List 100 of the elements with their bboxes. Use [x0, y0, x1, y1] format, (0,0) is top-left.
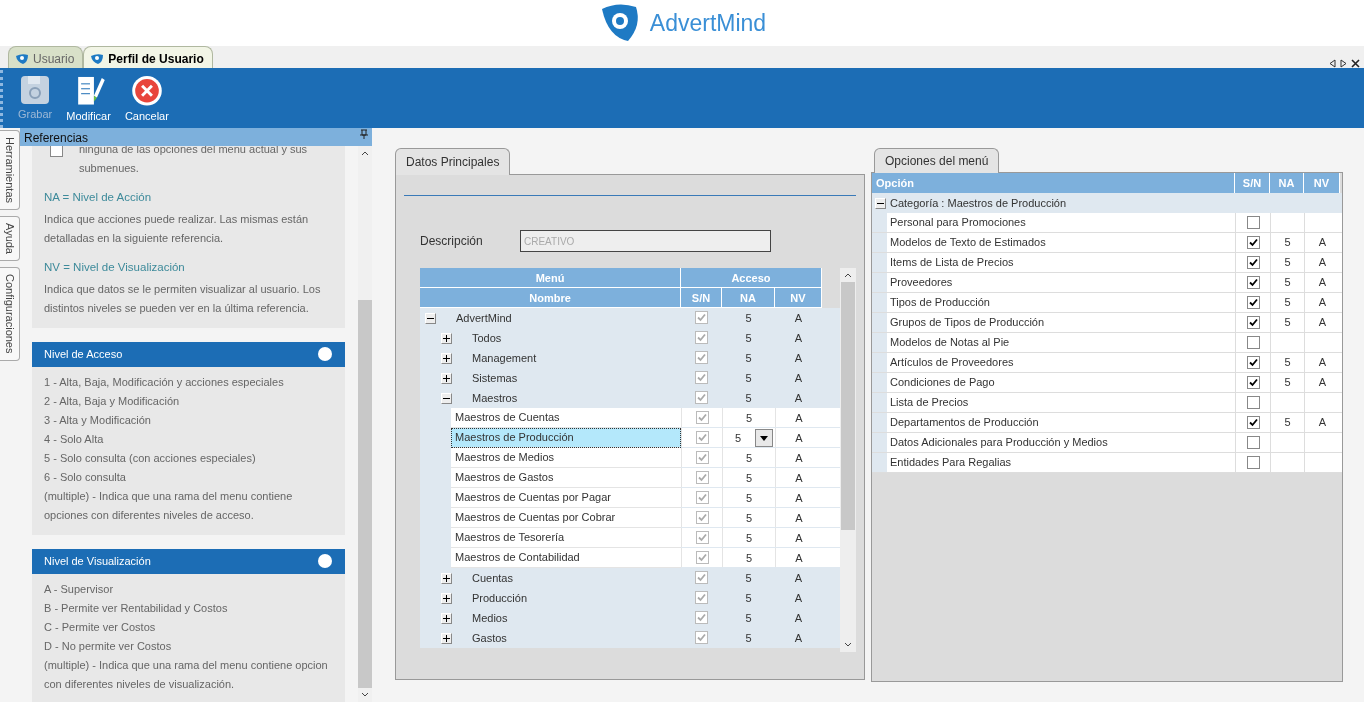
circle-icon[interactable]: [317, 553, 333, 569]
expander-icon[interactable]: [441, 392, 452, 404]
tree-row[interactable]: AdvertMind 5 A: [420, 308, 840, 328]
table-row[interactable]: Items de Lista de Precios 5 A: [872, 253, 1342, 273]
checkbox[interactable]: [695, 311, 708, 324]
checkbox[interactable]: [1246, 276, 1260, 289]
checkbox[interactable]: [695, 431, 709, 444]
checkbox[interactable]: [1246, 436, 1260, 449]
tree-row[interactable]: Maestros de Cuentas por Pagar 5 A: [420, 488, 840, 508]
checkbox[interactable]: [1246, 336, 1260, 349]
option-label[interactable]: Tipos de Producción: [890, 296, 990, 308]
option-label[interactable]: Departamentos de Producción: [890, 416, 1039, 428]
tree-item[interactable]: Maestros: [472, 389, 518, 407]
tree-row[interactable]: Maestros de Medios 5 A: [420, 448, 840, 468]
tree-row[interactable]: Maestros de Cuentas 5 A: [420, 408, 840, 428]
checkbox[interactable]: [695, 351, 708, 364]
tree-row[interactable]: Todos 5 A: [420, 328, 840, 348]
panel-tab[interactable]: Opciones del menú: [874, 148, 1000, 173]
option-label[interactable]: Grupos de Tipos de Producción: [890, 316, 1045, 328]
checkbox[interactable]: [1246, 236, 1260, 249]
option-label[interactable]: Datos Adicionales para Producción y Medios: [890, 436, 1108, 448]
scrollbar-thumb[interactable]: [841, 282, 855, 530]
checkbox[interactable]: [695, 331, 708, 344]
tree-item[interactable]: Management: [472, 349, 537, 367]
option-label[interactable]: Artículos de Proveedores: [890, 356, 1014, 368]
tree-item[interactable]: Gastos: [472, 629, 507, 647]
document-tab[interactable]: Usuario: [8, 46, 84, 68]
table-row[interactable]: Modelos de Notas al Pie: [872, 333, 1342, 353]
table-row[interactable]: Tipos de Producción 5 A: [872, 293, 1342, 313]
checkbox[interactable]: [1246, 316, 1260, 329]
checkbox[interactable]: [1246, 256, 1260, 269]
checkbox[interactable]: [1246, 356, 1260, 369]
checkbox[interactable]: [1246, 396, 1260, 409]
option-label[interactable]: Modelos de Notas al Pie: [890, 336, 1010, 348]
tree-row[interactable]: Maestros de Gastos 5 A: [420, 468, 840, 488]
expander-icon[interactable]: [441, 372, 452, 384]
checkbox[interactable]: [695, 471, 709, 484]
expander-icon[interactable]: [425, 312, 436, 324]
tree-item[interactable]: Maestros de Producción: [451, 428, 681, 448]
tree-row[interactable]: Gastos 5 A: [420, 628, 840, 648]
expander-icon[interactable]: [875, 197, 886, 209]
tree-row[interactable]: Maestros de Cuentas por Cobrar 5 A: [420, 508, 840, 528]
expander-icon[interactable]: [441, 572, 452, 584]
card-header[interactable]: Nivel de Visualización: [32, 549, 345, 574]
previous-icon[interactable]: [1329, 59, 1336, 68]
tree-row[interactable]: Maestros de Producción 5 A: [420, 428, 840, 448]
checkbox[interactable]: [1246, 296, 1260, 309]
tree-item[interactable]: Sistemas: [472, 369, 518, 387]
table-row[interactable]: Condiciones de Pago 5 A: [872, 373, 1342, 393]
tree-row[interactable]: Maestros de Tesorería 5 A: [420, 528, 840, 548]
option-label[interactable]: Personal para Promociones: [890, 216, 1026, 228]
checkbox[interactable]: [1246, 216, 1260, 229]
expander-icon[interactable]: [441, 592, 452, 604]
pin-icon[interactable]: [360, 129, 368, 139]
checkbox[interactable]: [695, 391, 708, 404]
checkbox[interactable]: [695, 411, 709, 424]
tree-row[interactable]: Management 5 A: [420, 348, 840, 368]
tree-item[interactable]: Cuentas: [472, 569, 513, 587]
expander-icon[interactable]: [441, 352, 452, 364]
table-row[interactable]: Entidades Para Regalias: [872, 453, 1342, 473]
circle-icon[interactable]: [317, 346, 333, 362]
option-label[interactable]: Lista de Precios: [890, 396, 969, 408]
table-row[interactable]: Datos Adicionales para Producción y Medios: [872, 433, 1342, 453]
expander-icon[interactable]: [441, 632, 452, 644]
tree-row[interactable]: Sistemas 5 A: [420, 368, 840, 388]
checkbox[interactable]: [695, 371, 708, 384]
checkbox[interactable]: [695, 491, 709, 504]
toolbar-button[interactable]: Modificar: [63, 74, 114, 124]
dropdown-button[interactable]: [755, 429, 773, 447]
checkbox[interactable]: [1246, 376, 1260, 389]
checkbox[interactable]: [695, 591, 708, 604]
table-row[interactable]: Artículos de Proveedores 5 A: [872, 353, 1342, 373]
tree-row[interactable]: Maestros de Contabilidad 5 A: [420, 548, 840, 568]
tree-item[interactable]: Medios: [472, 609, 508, 627]
option-label[interactable]: Condiciones de Pago: [890, 376, 995, 388]
option-label[interactable]: Items de Lista de Precios: [890, 256, 1014, 268]
tree-item[interactable]: Todos: [472, 329, 502, 347]
table-row[interactable]: Proveedores 5 A: [872, 273, 1342, 293]
table-row[interactable]: Personal para Promociones: [872, 213, 1342, 233]
tree-item[interactable]: Producción: [472, 589, 528, 607]
tree-row[interactable]: Maestros 5 A: [420, 388, 840, 408]
panel-tab[interactable]: Datos Principales: [395, 148, 511, 175]
checkbox[interactable]: [695, 551, 709, 564]
side-tab[interactable]: Herramientas: [0, 130, 20, 211]
checkbox[interactable]: [695, 511, 709, 524]
table-row[interactable]: Lista de Precios: [872, 393, 1342, 413]
tree-row[interactable]: Cuentas 5 A: [420, 568, 840, 588]
tree-item[interactable]: AdvertMind: [456, 309, 512, 327]
option-label[interactable]: Entidades Para Regalias: [890, 456, 1012, 468]
toolbar-button[interactable]: Cancelar: [121, 74, 172, 124]
tree-row[interactable]: Producción 5 A: [420, 588, 840, 608]
scrollbar-thumb[interactable]: [358, 300, 372, 688]
next-icon[interactable]: [1340, 59, 1347, 68]
option-label[interactable]: Proveedores: [890, 276, 953, 288]
side-tab[interactable]: Configuraciones: [0, 267, 20, 361]
document-tab[interactable]: Perfil de Usuario: [83, 46, 213, 68]
checkbox[interactable]: [695, 631, 708, 644]
expander-icon[interactable]: [441, 332, 452, 344]
checkbox[interactable]: [50, 146, 63, 157]
checkbox[interactable]: [695, 571, 708, 584]
